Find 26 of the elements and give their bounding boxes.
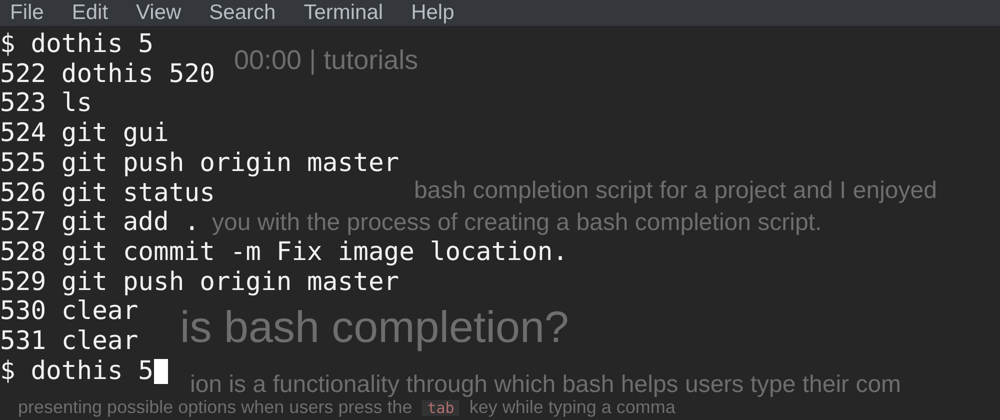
section-heading: is bash completion?: [180, 304, 569, 352]
paragraph-text: ion is a functionality through which bash helps users type their com: [190, 372, 902, 398]
terminal-line: 527 git add .: [0, 208, 200, 238]
paragraph-text: you with the process of creating a bash completion script.: [212, 210, 822, 236]
menu-item[interactable]: View: [136, 1, 182, 25]
menu-item[interactable]: Help: [411, 1, 454, 25]
prompt-input[interactable]: $ dothis 5: [0, 356, 154, 386]
terminal-line: 525 git push origin master: [0, 148, 400, 179]
inline-code: tab: [422, 400, 460, 416]
post-meta: 00:00 | tutorials: [234, 46, 418, 76]
menu-item[interactable]: Search: [209, 1, 276, 25]
terminal-line: 528 git commit -m Fix image location.: [0, 238, 568, 268]
terminal-line: $ dothis 5: [0, 30, 154, 60]
paragraph-text: presenting possible options when users press the: [18, 398, 412, 418]
terminal-line: 526 git status: [0, 178, 215, 208]
terminal-line: 523 ls: [0, 89, 92, 120]
terminal-line: 530 clear: [0, 297, 138, 328]
paragraph-text: bash completion script for a project and I enjoyed: [414, 178, 937, 204]
terminal-line: 524 git gui: [0, 119, 169, 149]
menu-item[interactable]: Terminal: [304, 1, 384, 25]
terminal-line: 522 dothis 520: [0, 60, 215, 90]
terminal-line: 531 clear: [0, 327, 138, 357]
terminal-line: 529 git push origin master: [0, 268, 400, 298]
paragraph-text: key while typing a comma: [469, 398, 676, 418]
menu-item[interactable]: File: [10, 1, 44, 25]
menu-item[interactable]: Edit: [72, 1, 108, 25]
